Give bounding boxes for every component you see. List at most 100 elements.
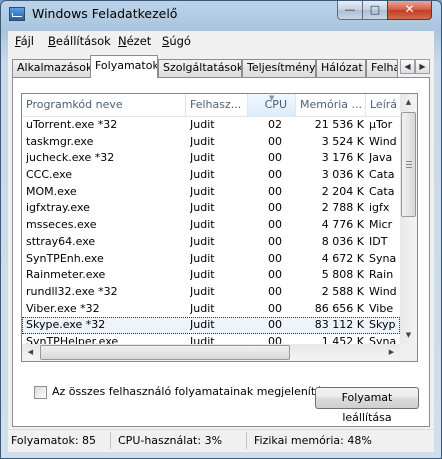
processes-panel-content: Programkód neve Felhasz... ▼ CPU Memória… (8, 51, 434, 429)
memory-value: 2 788 K (321, 201, 364, 215)
process-name: igfxtray.exe (26, 201, 90, 215)
memory-value: 86 656 K (314, 301, 364, 315)
horizontal-scrollbar[interactable]: ◀ ▶ (22, 344, 400, 361)
vertical-scrollbar[interactable]: ▲ ▼ (400, 94, 417, 361)
table-row[interactable]: msseces.exe Judit 00 4 776 K Micr (22, 217, 400, 234)
column-header-cpu-label: CPU (264, 98, 287, 111)
table-row[interactable]: jucheck.exe *32 Judit 00 3 176 K Java (22, 150, 400, 167)
memory-value: 3 524 K (321, 134, 364, 148)
cpu-value: 00 (268, 184, 282, 198)
table-row[interactable]: igfxtray.exe Judit 00 2 788 K igfx (22, 200, 400, 217)
cpu-value: 00 (268, 201, 282, 215)
maximize-button[interactable]: □ (362, 1, 388, 20)
description: Rain (369, 268, 394, 282)
column-header-cpu[interactable]: ▼ CPU (248, 94, 296, 116)
table-row[interactable]: sttray64.exe Judit 00 8 036 K IDT (22, 234, 400, 251)
scrollbar-corner (400, 344, 417, 361)
memory-value: 8 036 K (321, 234, 364, 248)
column-header-user[interactable]: Felhasz... (186, 94, 248, 116)
menu-view[interactable]: Nézet (118, 34, 151, 48)
user-name: Judit (190, 234, 215, 248)
menu-help-label: úgó (169, 34, 191, 48)
scroll-right-icon[interactable]: ▶ (383, 344, 400, 361)
table-row[interactable]: taskmgr.exe Judit 00 3 524 K Wind (22, 134, 400, 151)
menu-settings-accel: B (48, 34, 56, 48)
process-list[interactable]: Programkód neve Felhasz... ▼ CPU Memória… (21, 93, 418, 362)
status-cpu-usage: CPU-használat: 3% (118, 434, 223, 447)
user-name: Judit (190, 201, 215, 215)
scroll-up-icon[interactable]: ▲ (400, 94, 417, 111)
memory-value: 2 588 K (321, 284, 364, 298)
column-header-description[interactable]: Leírá (366, 94, 400, 116)
menu-settings[interactable]: Beállítások (48, 34, 111, 48)
sort-descending-icon: ▼ (269, 94, 275, 102)
user-name: Judit (190, 268, 215, 282)
menu-file[interactable]: Fájl (15, 34, 34, 48)
process-list-header: Programkód neve Felhasz... ▼ CPU Memória… (22, 94, 400, 117)
table-row[interactable]: uTorrent.exe *32 Judit 02 21 536 K µTor (22, 117, 400, 134)
scroll-left-icon[interactable]: ◀ (22, 344, 39, 361)
description: Java (369, 151, 393, 165)
close-button[interactable]: ✕ (387, 1, 432, 20)
column-header-memory[interactable]: Memória ... (296, 94, 366, 116)
description: Vibe (369, 301, 394, 315)
user-name: Judit (190, 218, 215, 232)
cpu-value: 00 (268, 218, 282, 232)
status-bar: Folyamatok: 85 CPU-használat: 3% Fizikai… (8, 429, 434, 452)
menu-settings-label: eállítások (55, 34, 111, 48)
minimize-button[interactable]: — (337, 1, 363, 20)
table-row[interactable]: Skype.exe *32 Judit 00 83 112 K Skyp (22, 317, 400, 334)
user-name: Judit (190, 168, 215, 182)
description: µTor (369, 118, 393, 131)
table-row[interactable]: Viber.exe *32 Judit 00 86 656 K Vibe (22, 301, 400, 318)
process-name: taskmgr.exe (26, 134, 94, 148)
table-row[interactable]: rundll32.exe *32 Judit 00 2 588 K Wind (22, 284, 400, 301)
cpu-value: 00 (268, 301, 282, 315)
menu-file-label: ájl (20, 34, 34, 48)
description: Cata (369, 168, 395, 182)
scroll-grip-line (406, 164, 412, 165)
cpu-value: 00 (268, 151, 282, 165)
user-name: Judit (190, 134, 215, 148)
menu-view-accel: N (118, 34, 127, 48)
user-name: Judit (190, 151, 215, 165)
show-all-users-label[interactable]: Az összes felhasználó folyamatainak megj… (52, 385, 334, 398)
table-row[interactable]: Rainmeter.exe Judit 00 5 808 K Rain (22, 267, 400, 284)
description: igfx (369, 201, 390, 215)
process-name: msseces.exe (26, 218, 97, 232)
memory-value: 2 204 K (321, 184, 364, 198)
scroll-grip-line (406, 161, 412, 162)
process-name: Rainmeter.exe (26, 268, 106, 282)
process-name: sttray64.exe (26, 234, 96, 248)
process-name: SynTPEnh.exe (26, 251, 104, 265)
cpu-value: 00 (268, 268, 282, 282)
process-name: Skype.exe *32 (26, 318, 106, 332)
description: IDT (369, 234, 388, 248)
cpu-value: 00 (268, 168, 282, 182)
process-rows: uTorrent.exe *32 Judit 02 21 536 K µTor taskm… (22, 117, 400, 351)
horizontal-scroll-thumb[interactable] (40, 345, 290, 360)
show-all-users-checkbox[interactable] (34, 386, 47, 399)
end-process-button[interactable]: Folyamat leállítása (315, 387, 419, 424)
process-name: Viber.exe *32 (26, 301, 100, 315)
cpu-value: 02 (268, 118, 282, 131)
process-name: rundll32.exe *32 (26, 284, 118, 298)
description: Micr (369, 218, 393, 232)
memory-value: 4 776 K (321, 218, 364, 232)
status-process-count: Folyamatok: 85 (11, 434, 97, 447)
cpu-value: 00 (268, 134, 282, 148)
scroll-down-icon[interactable]: ▼ (400, 327, 417, 344)
user-name: Judit (190, 251, 215, 265)
menu-help[interactable]: Súgó (162, 34, 191, 48)
table-row[interactable]: MOM.exe Judit 00 2 204 K Cata (22, 184, 400, 201)
cpu-value: 00 (268, 251, 282, 265)
title-bar[interactable]: Windows Feladatkezelő — □ ✕ (1, 1, 441, 29)
table-row[interactable]: SynTPEnh.exe Judit 00 4 672 K Syna (22, 251, 400, 268)
column-header-image-name[interactable]: Programkód neve (22, 94, 186, 116)
process-name: jucheck.exe *32 (26, 151, 115, 165)
memory-value: 83 112 K (314, 318, 364, 332)
task-manager-window: Windows Feladatkezelő — □ ✕ Fájl Beállít… (0, 0, 442, 459)
table-row[interactable]: CCC.exe Judit 00 3 036 K Cata (22, 167, 400, 184)
window-title: Windows Feladatkezelő (32, 6, 178, 21)
vertical-scroll-thumb[interactable] (401, 112, 416, 217)
